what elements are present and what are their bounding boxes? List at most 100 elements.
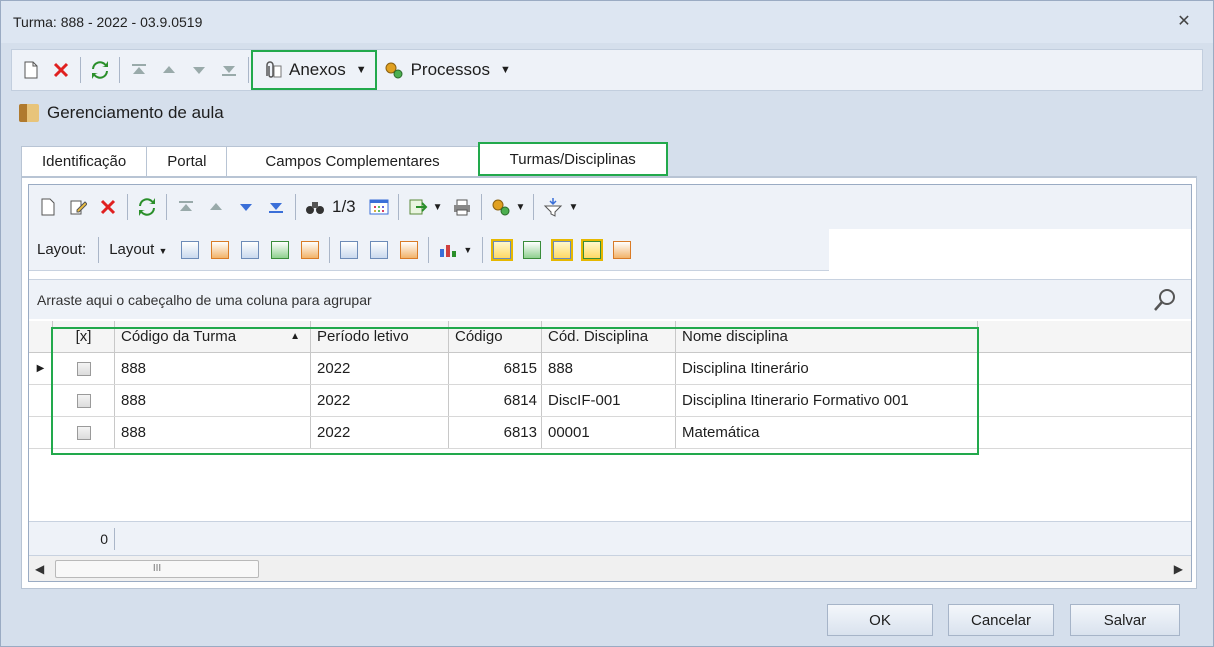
tab-portal[interactable]: Portal xyxy=(146,146,228,176)
anexos-dropdown[interactable]: Anexos ▼ xyxy=(251,50,377,90)
main-toolbar: Anexos ▼ Processos ▼ xyxy=(11,49,1203,91)
table-row[interactable]: 888 2022 6814 DiscIF-001 Disciplina Itin… xyxy=(29,385,1191,417)
calendar-grid-icon[interactable] xyxy=(366,193,392,221)
delete-layout-icon[interactable] xyxy=(211,240,230,259)
table-row[interactable]: 888 2022 6813 00001 Matemática xyxy=(29,417,1191,449)
layout-dropdown[interactable]: Layout ▼ xyxy=(109,241,167,258)
next-record-icon[interactable] xyxy=(186,56,212,84)
book-icon xyxy=(19,104,39,122)
import-layout-icon[interactable] xyxy=(271,240,290,259)
column-header-codigo[interactable]: Código xyxy=(449,321,542,352)
save-button[interactable]: Salvar xyxy=(1070,604,1180,636)
processos-dropdown[interactable]: Processos ▼ xyxy=(375,52,519,88)
gears-icon[interactable] xyxy=(488,193,514,221)
previous-record-icon[interactable] xyxy=(156,56,182,84)
cell-codigo-turma[interactable]: 888 xyxy=(115,385,311,416)
column-header-periodo[interactable]: Período letivo xyxy=(311,321,449,352)
group-by-panel[interactable]: Arraste aqui o cabeçalho de uma coluna p… xyxy=(29,279,1191,319)
column-header-cod-disciplina[interactable]: Cód. Disciplina xyxy=(542,321,676,352)
row-checkbox[interactable] xyxy=(76,393,91,408)
next-record-icon[interactable] xyxy=(233,193,259,221)
previous-record-icon[interactable] xyxy=(203,193,229,221)
last-record-icon[interactable] xyxy=(216,56,242,84)
horizontal-scrollbar[interactable]: ◀ III ▶ xyxy=(29,555,1191,581)
cancel-button[interactable]: Cancelar xyxy=(948,604,1054,636)
tab-campos-complementares[interactable]: Campos Complementares xyxy=(226,146,479,176)
grid-container: 1/3 ▼ ▼ ▼ Layout: Layout ▼ ▼ Arraste aqu… xyxy=(28,184,1192,582)
table-row[interactable]: ▶ 888 2022 6815 888 Disciplina Itinerári… xyxy=(29,353,1191,385)
cell-cod-disciplina[interactable]: 888 xyxy=(542,353,676,384)
edit-icon[interactable] xyxy=(65,193,91,221)
cell-cod-disciplina[interactable]: DiscIF-001 xyxy=(542,385,676,416)
grid-header-row: [x] Código da Turma ▲ Período letivo Cód… xyxy=(29,321,1191,353)
window-title: Turma: 888 - 2022 - 03.9.0519 xyxy=(13,14,203,30)
first-record-icon[interactable] xyxy=(126,56,152,84)
highlight-rows-icon[interactable] xyxy=(400,240,419,259)
cell-nome-disciplina[interactable]: Disciplina Itinerário xyxy=(676,353,978,384)
dialog-window: Turma: 888 - 2022 - 03.9.0519 ✕ Anexos ▼… xyxy=(0,0,1214,647)
bar-chart-icon[interactable] xyxy=(435,236,461,264)
chevron-down-icon[interactable]: ▼ xyxy=(463,245,472,255)
toolbar-separator xyxy=(80,57,81,83)
cell-codigo[interactable]: 6814 xyxy=(449,385,542,416)
section-title: Gerenciamento de aula xyxy=(47,103,224,122)
toolbar-separator xyxy=(533,194,535,220)
ok-button[interactable]: OK xyxy=(827,604,933,636)
scrollbar-thumb[interactable]: III xyxy=(55,560,259,578)
row-checkbox[interactable] xyxy=(76,425,91,440)
text-format-icon[interactable] xyxy=(613,240,632,259)
column-header-select[interactable]: [x] xyxy=(53,321,115,352)
chevron-down-icon[interactable]: ▼ xyxy=(433,202,443,213)
scroll-right-icon[interactable]: ▶ xyxy=(1174,562,1183,576)
cell-filler xyxy=(978,353,1191,384)
columns-icon[interactable] xyxy=(241,240,260,259)
sum-footer-icon[interactable] xyxy=(370,240,389,259)
grid-toolbar: 1/3 ▼ ▼ ▼ xyxy=(29,185,1191,229)
cell-codigo-turma[interactable]: 888 xyxy=(115,353,311,384)
cell-periodo[interactable]: 2022 xyxy=(311,353,449,384)
tab-identificacao[interactable]: Identificação xyxy=(21,146,148,176)
tab-turmas-disciplinas[interactable]: Turmas/Disciplinas xyxy=(477,142,668,176)
cell-nome-disciplina[interactable]: Matemática xyxy=(676,417,978,448)
cell-codigo[interactable]: 6813 xyxy=(449,417,542,448)
search-icon[interactable] xyxy=(1153,288,1177,312)
section-header: Gerenciamento de aula xyxy=(19,101,224,125)
chevron-down-icon[interactable]: ▼ xyxy=(516,202,526,213)
view-group-icon[interactable] xyxy=(581,238,604,261)
cell-cod-disciplina[interactable]: 00001 xyxy=(542,417,676,448)
cell-codigo[interactable]: 6815 xyxy=(449,353,542,384)
cell-nome-disciplina[interactable]: Disciplina Itinerario Formativo 001 xyxy=(676,385,978,416)
save-layout-icon[interactable] xyxy=(181,240,200,259)
group-panel-icon[interactable] xyxy=(340,240,359,259)
view-footer-icon[interactable] xyxy=(523,240,542,259)
cell-codigo-turma[interactable]: 888 xyxy=(115,417,311,448)
view-auto-filter-icon[interactable] xyxy=(491,238,514,261)
refresh-icon[interactable] xyxy=(87,56,113,84)
printer-icon[interactable] xyxy=(449,193,475,221)
refresh-icon[interactable] xyxy=(134,193,160,221)
column-header-nome-disciplina[interactable]: Nome disciplina xyxy=(676,321,978,352)
export-icon[interactable] xyxy=(405,193,431,221)
new-record-icon[interactable] xyxy=(35,193,61,221)
toolbar-separator xyxy=(127,194,128,220)
binoculars-icon[interactable] xyxy=(302,193,328,221)
filter-icon[interactable] xyxy=(540,193,566,221)
export-layout-icon[interactable] xyxy=(301,240,320,259)
delete-icon[interactable] xyxy=(95,193,121,221)
grid-footer: 0 xyxy=(29,521,1191,555)
cell-periodo[interactable]: 2022 xyxy=(311,417,449,448)
view-grid-lines-icon[interactable] xyxy=(551,238,574,261)
first-record-icon[interactable] xyxy=(173,193,199,221)
row-indicator xyxy=(29,385,53,416)
close-icon[interactable]: ✕ xyxy=(1175,13,1193,31)
last-record-icon[interactable] xyxy=(263,193,289,221)
scroll-left-icon[interactable]: ◀ xyxy=(35,562,44,576)
column-header-codigo-turma[interactable]: Código da Turma ▲ xyxy=(115,321,311,352)
chevron-down-icon[interactable]: ▼ xyxy=(568,202,578,213)
row-checkbox[interactable] xyxy=(76,361,91,376)
group-hint: Arraste aqui o cabeçalho de uma coluna p… xyxy=(37,291,372,308)
new-document-icon[interactable] xyxy=(18,56,44,84)
current-row-indicator: ▶ xyxy=(29,353,53,384)
cell-periodo[interactable]: 2022 xyxy=(311,385,449,416)
delete-icon[interactable] xyxy=(48,56,74,84)
